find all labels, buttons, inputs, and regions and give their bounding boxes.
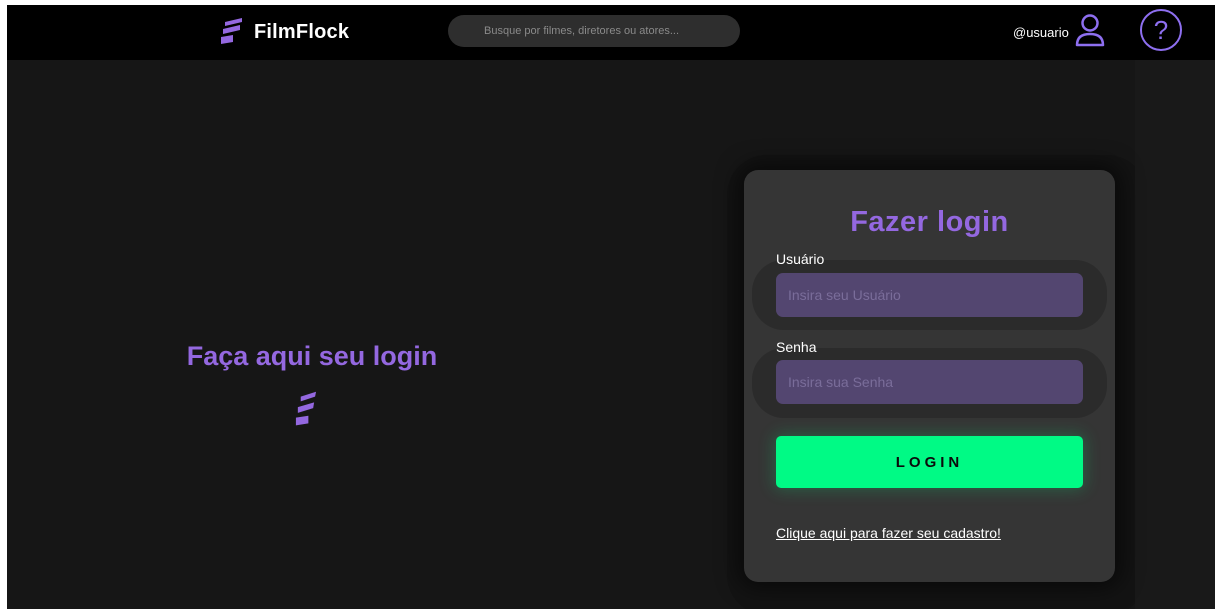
- username-input[interactable]: [776, 273, 1083, 317]
- brand-name: FilmFlock: [254, 20, 350, 43]
- hero-title: Faça aqui seu login: [186, 341, 438, 371]
- login-title: Fazer login: [850, 206, 1009, 238]
- username-label[interactable]: @usuario: [1013, 25, 1069, 40]
- hero-logo-stripes-icon: [295, 391, 317, 426]
- search-input[interactable]: [448, 15, 740, 47]
- logo-stripes-icon: [221, 18, 242, 44]
- help-icon[interactable]: ?: [1140, 9, 1182, 51]
- password-label-text: Senha: [776, 339, 817, 355]
- top-bar: FilmFlock @usuario ?: [7, 5, 1215, 60]
- help-symbol: ?: [1153, 14, 1169, 45]
- login-card: Fazer login Usuário Senha LOGIN Clique a…: [744, 170, 1115, 582]
- username-label-text: Usuário: [776, 251, 825, 267]
- user-icon[interactable]: [1074, 13, 1106, 47]
- signup-link[interactable]: Clique aqui para fazer seu cadastro!: [776, 525, 1001, 541]
- password-input[interactable]: [776, 360, 1083, 404]
- brand-logo[interactable]: FilmFlock: [220, 18, 349, 46]
- login-button[interactable]: LOGIN: [776, 436, 1083, 488]
- app-frame: FilmFlock @usuario ? Faça aqui seu login…: [7, 5, 1215, 609]
